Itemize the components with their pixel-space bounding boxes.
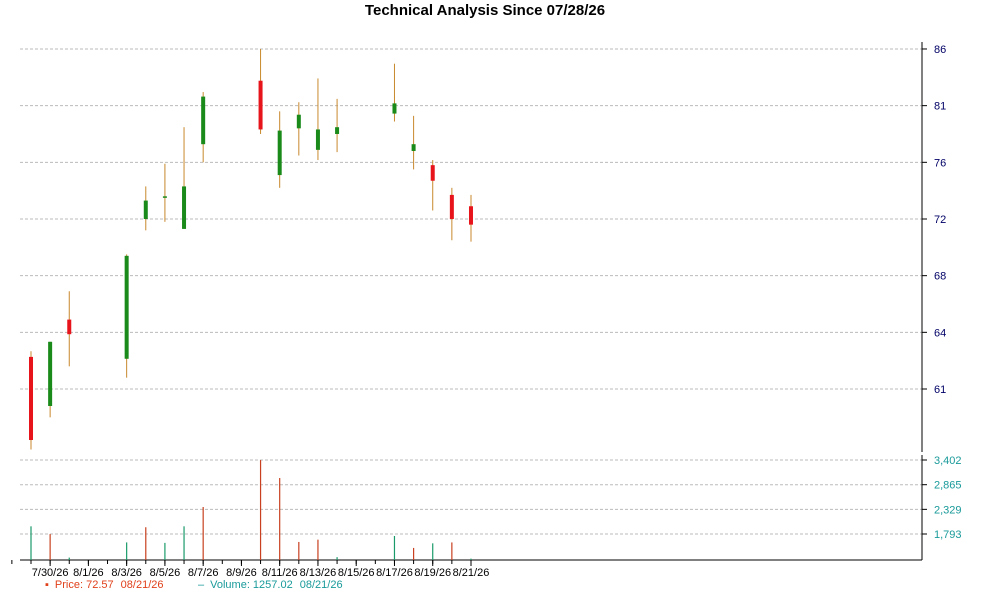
price-tick-label: 64 <box>934 327 946 339</box>
candle-body <box>468 206 473 225</box>
x-tick-label: 8/11/26 <box>262 567 298 579</box>
volume-swatch-icon: – <box>198 579 205 591</box>
x-tick-label: 8/17/26 <box>376 567 413 579</box>
candle-body <box>201 96 206 145</box>
candle-body <box>258 80 263 130</box>
x-tick-label: 8/3/26 <box>111 567 142 579</box>
volume-tick-label: 3,402 <box>934 455 962 467</box>
candle-body <box>182 186 187 229</box>
candle-body <box>67 319 72 335</box>
price-tick-label: 76 <box>934 157 946 169</box>
price-swatch-icon: ▪ <box>45 579 49 591</box>
candle-body <box>335 127 340 134</box>
x-tick-label: 8/13/26 <box>300 567 337 579</box>
x-tick-label: 8/5/26 <box>150 567 181 579</box>
candle-body <box>143 200 148 219</box>
x-tick-label: 7/30/26 <box>32 567 69 579</box>
axes-layer <box>11 42 927 566</box>
price-tick-label: 72 <box>934 214 946 226</box>
grid-layer <box>20 48 922 535</box>
x-tick-label: 8/7/26 <box>188 567 219 579</box>
volume-tick-label: 2,329 <box>934 504 962 516</box>
candle-body <box>29 356 33 441</box>
x-tick-label: 8/1/26 <box>73 567 104 579</box>
x-tick-label: 8/9/26 <box>226 567 257 579</box>
x-tick-label: 8/19/26 <box>414 567 451 579</box>
legend-price: ▪ Price: 72.57 08/21/26 <box>45 579 168 591</box>
candle-body <box>48 341 53 407</box>
x-tick-label: 8/21/26 <box>453 567 490 579</box>
legend-volume-date: 08/21/26 <box>299 579 343 591</box>
candle-body <box>449 194 454 219</box>
volume-tick-label: 1,793 <box>934 529 962 541</box>
candle-body <box>411 144 416 151</box>
price-tick-label: 86 <box>934 44 946 56</box>
candle-body <box>315 129 320 150</box>
price-tick-label: 81 <box>934 101 946 113</box>
legend-volume-label: Volume: 1257.02 <box>210 579 293 591</box>
candle-body <box>392 103 397 114</box>
labels-layer: 61 64 68 72 76 81 86 1,793 2,329 2,865 3,402 7/30/2… <box>32 44 962 579</box>
legend-volume: – Volume: 1257.02 08/21/26 <box>198 579 347 591</box>
volume-tick-label: 2,865 <box>934 480 962 492</box>
x-tick-label: 8/15/26 <box>338 567 375 579</box>
candle-body <box>277 130 282 176</box>
price-tick-label: 68 <box>934 271 946 283</box>
volume-layer <box>30 460 472 560</box>
candle-body <box>430 165 435 181</box>
chart-canvas: 61 64 68 72 76 81 86 1,793 2,329 2,865 3,402 7/30/2… <box>11 42 962 579</box>
candle-body <box>162 196 167 198</box>
candle-body <box>296 114 301 129</box>
legend-price-date: 08/21/26 <box>120 579 164 591</box>
price-tick-label: 61 <box>934 384 946 396</box>
legend-price-label: Price: 72.57 <box>54 579 114 591</box>
candle-body <box>124 255 129 359</box>
